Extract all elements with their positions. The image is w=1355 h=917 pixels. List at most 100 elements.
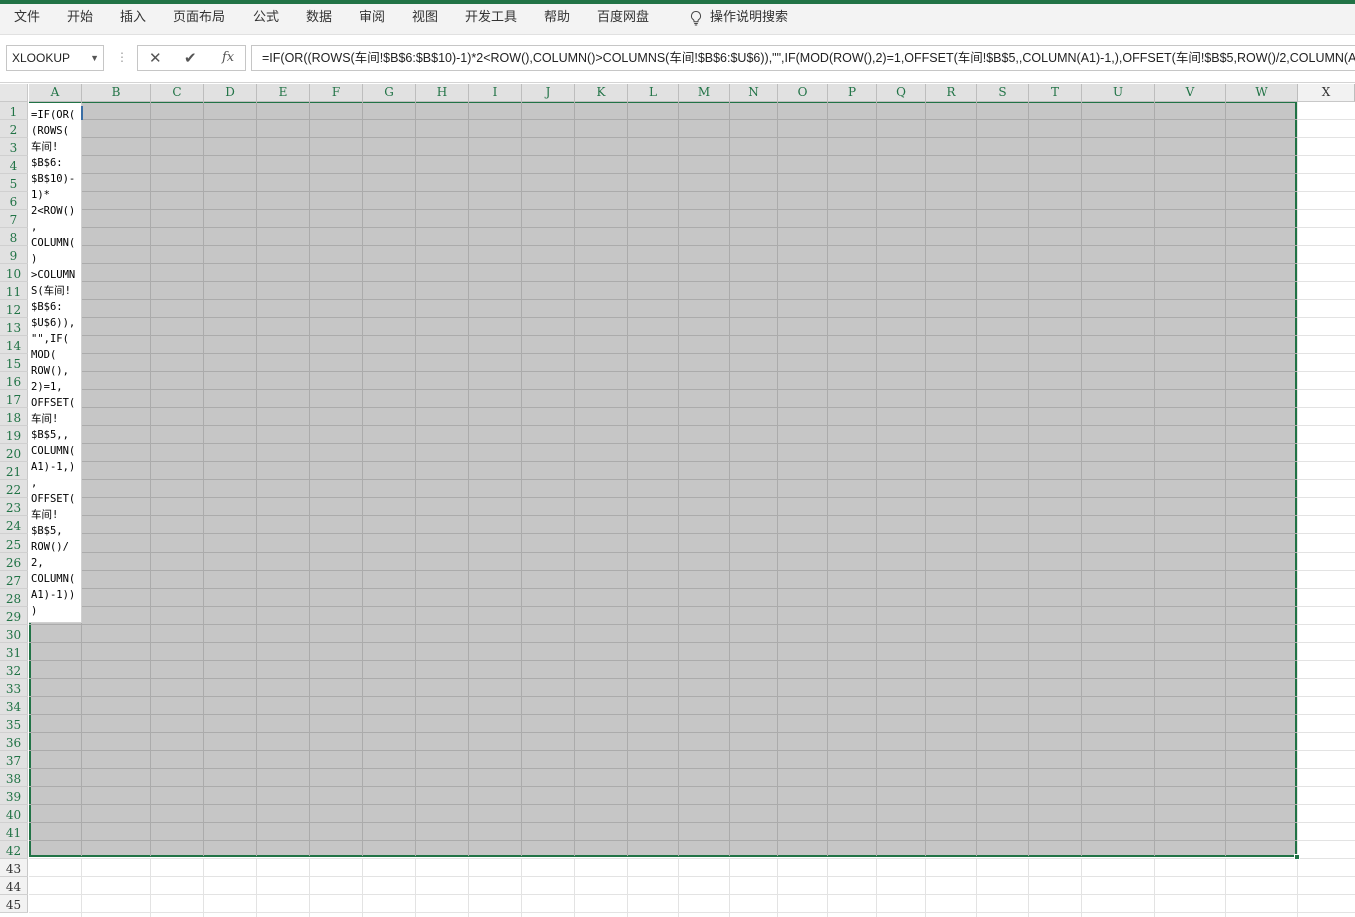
tab-data[interactable]: 数据 bbox=[306, 9, 332, 27]
row-header-33[interactable]: 33 bbox=[0, 679, 28, 697]
tab-formulas[interactable]: 公式 bbox=[253, 9, 279, 27]
column-header-n[interactable]: N bbox=[730, 84, 778, 102]
row-header-30[interactable]: 30 bbox=[0, 625, 28, 643]
row-header-27[interactable]: 27 bbox=[0, 571, 28, 589]
row-header-5[interactable]: 5 bbox=[0, 174, 28, 192]
column-header-a[interactable]: A bbox=[29, 84, 82, 102]
tab-page-layout[interactable]: 页面布局 bbox=[173, 9, 225, 27]
column-header-k[interactable]: K bbox=[575, 84, 628, 102]
column-header-g[interactable]: G bbox=[363, 84, 416, 102]
tab-help[interactable]: 帮助 bbox=[544, 9, 570, 27]
gridline-vertical bbox=[309, 102, 310, 856]
column-header-b[interactable]: B bbox=[82, 84, 151, 102]
row-header-19[interactable]: 19 bbox=[0, 426, 28, 444]
select-all-corner[interactable] bbox=[0, 84, 28, 102]
row-header-44[interactable]: 44 bbox=[0, 877, 28, 895]
row-header-39[interactable]: 39 bbox=[0, 787, 28, 805]
column-header-p[interactable]: P bbox=[828, 84, 877, 102]
row-header-1[interactable]: 1 bbox=[0, 102, 28, 120]
row-header-29[interactable]: 29 bbox=[0, 607, 28, 625]
row-header-31[interactable]: 31 bbox=[0, 643, 28, 661]
row-header-17[interactable]: 17 bbox=[0, 390, 28, 408]
column-header-j[interactable]: J bbox=[522, 84, 575, 102]
column-header-e[interactable]: E bbox=[257, 84, 310, 102]
row-header-18[interactable]: 18 bbox=[0, 408, 28, 426]
column-header-c[interactable]: C bbox=[151, 84, 204, 102]
column-header-t[interactable]: T bbox=[1029, 84, 1082, 102]
column-header-s[interactable]: S bbox=[977, 84, 1029, 102]
row-header-16[interactable]: 16 bbox=[0, 372, 28, 390]
row-header-36[interactable]: 36 bbox=[0, 733, 28, 751]
formula-input[interactable]: =IF(OR((ROWS(车间!$B$6:$B$10)-1)*2<ROW(),C… bbox=[251, 45, 1355, 71]
tell-me-search[interactable]: 操作说明搜索 bbox=[688, 9, 788, 27]
enter-check-icon[interactable]: ✔ bbox=[184, 49, 197, 67]
gridline-horizontal bbox=[1298, 570, 1355, 571]
column-header-w[interactable]: W bbox=[1226, 84, 1298, 102]
column-header-u[interactable]: U bbox=[1082, 84, 1155, 102]
name-box[interactable]: XLOOKUP ▼ bbox=[6, 45, 104, 71]
cell-formula-line: A1)-1,) bbox=[31, 461, 76, 473]
tab-insert[interactable]: 插入 bbox=[120, 9, 146, 27]
column-header-i[interactable]: I bbox=[469, 84, 522, 102]
column-header-f[interactable]: F bbox=[310, 84, 363, 102]
active-cell-editor[interactable]: =IF(OR((ROWS(车间! $B$6: $B$10)- 1)* 2<ROW(), C… bbox=[29, 103, 82, 623]
row-header-2[interactable]: 2 bbox=[0, 120, 28, 138]
row-header-8[interactable]: 8 bbox=[0, 228, 28, 246]
column-header-o[interactable]: O bbox=[778, 84, 828, 102]
column-header-q[interactable]: Q bbox=[877, 84, 926, 102]
tab-review[interactable]: 审阅 bbox=[359, 9, 385, 27]
row-header-40[interactable]: 40 bbox=[0, 805, 28, 823]
row-header-37[interactable]: 37 bbox=[0, 751, 28, 769]
row-divider bbox=[0, 263, 28, 264]
row-divider bbox=[0, 191, 28, 192]
column-header-d[interactable]: D bbox=[204, 84, 257, 102]
row-header-15[interactable]: 15 bbox=[0, 354, 28, 372]
row-header-26[interactable]: 26 bbox=[0, 553, 28, 571]
tab-home[interactable]: 开始 bbox=[67, 9, 93, 27]
column-header-v[interactable]: V bbox=[1155, 84, 1226, 102]
row-header-28[interactable]: 28 bbox=[0, 589, 28, 607]
more-options-icon[interactable]: ⋮ bbox=[116, 49, 128, 65]
tab-file[interactable]: 文件 bbox=[14, 9, 40, 27]
chevron-down-icon[interactable]: ▼ bbox=[90, 46, 99, 70]
tab-baidu-netdisk[interactable]: 百度网盘 bbox=[597, 9, 649, 27]
formula-bar: XLOOKUP ▼ ⋮ ✕ ✔ fx =IF(OR((ROWS(车间!$B$6:… bbox=[0, 35, 1355, 83]
column-header-r[interactable]: R bbox=[926, 84, 977, 102]
row-header-43[interactable]: 43 bbox=[0, 859, 28, 877]
cell-formula-line: $B$5,, bbox=[31, 429, 69, 441]
column-header-x[interactable]: X bbox=[1298, 84, 1355, 102]
row-header-21[interactable]: 21 bbox=[0, 462, 28, 480]
row-header-38[interactable]: 38 bbox=[0, 769, 28, 787]
fill-handle[interactable] bbox=[1294, 854, 1300, 860]
row-header-34[interactable]: 34 bbox=[0, 697, 28, 715]
row-header-35[interactable]: 35 bbox=[0, 715, 28, 733]
row-header-32[interactable]: 32 bbox=[0, 661, 28, 679]
column-header-l[interactable]: L bbox=[628, 84, 679, 102]
insert-function-icon[interactable]: fx bbox=[222, 49, 234, 67]
row-header-24[interactable]: 24 bbox=[0, 516, 28, 534]
row-header-12[interactable]: 12 bbox=[0, 300, 28, 318]
row-header-10[interactable]: 10 bbox=[0, 264, 28, 282]
row-header-3[interactable]: 3 bbox=[0, 138, 28, 156]
row-header-9[interactable]: 9 bbox=[0, 246, 28, 264]
column-header-h[interactable]: H bbox=[416, 84, 469, 102]
row-header-13[interactable]: 13 bbox=[0, 318, 28, 336]
row-header-6[interactable]: 6 bbox=[0, 192, 28, 210]
row-header-41[interactable]: 41 bbox=[0, 823, 28, 841]
row-header-11[interactable]: 11 bbox=[0, 282, 28, 300]
tab-view[interactable]: 视图 bbox=[412, 9, 438, 27]
row-header-4[interactable]: 4 bbox=[0, 156, 28, 174]
row-header-45[interactable]: 45 bbox=[0, 895, 28, 913]
row-header-20[interactable]: 20 bbox=[0, 444, 28, 462]
formula-buttons: ✕ ✔ fx bbox=[137, 45, 246, 71]
gridline-horizontal bbox=[29, 137, 1297, 138]
row-header-7[interactable]: 7 bbox=[0, 210, 28, 228]
row-header-25[interactable]: 25 bbox=[0, 534, 28, 553]
column-header-m[interactable]: M bbox=[679, 84, 730, 102]
cancel-icon[interactable]: ✕ bbox=[149, 49, 162, 67]
row-header-42[interactable]: 42 bbox=[0, 841, 28, 859]
row-header-22[interactable]: 22 bbox=[0, 480, 28, 498]
row-header-14[interactable]: 14 bbox=[0, 336, 28, 354]
tab-developer[interactable]: 开发工具 bbox=[465, 9, 517, 27]
row-header-23[interactable]: 23 bbox=[0, 498, 28, 516]
